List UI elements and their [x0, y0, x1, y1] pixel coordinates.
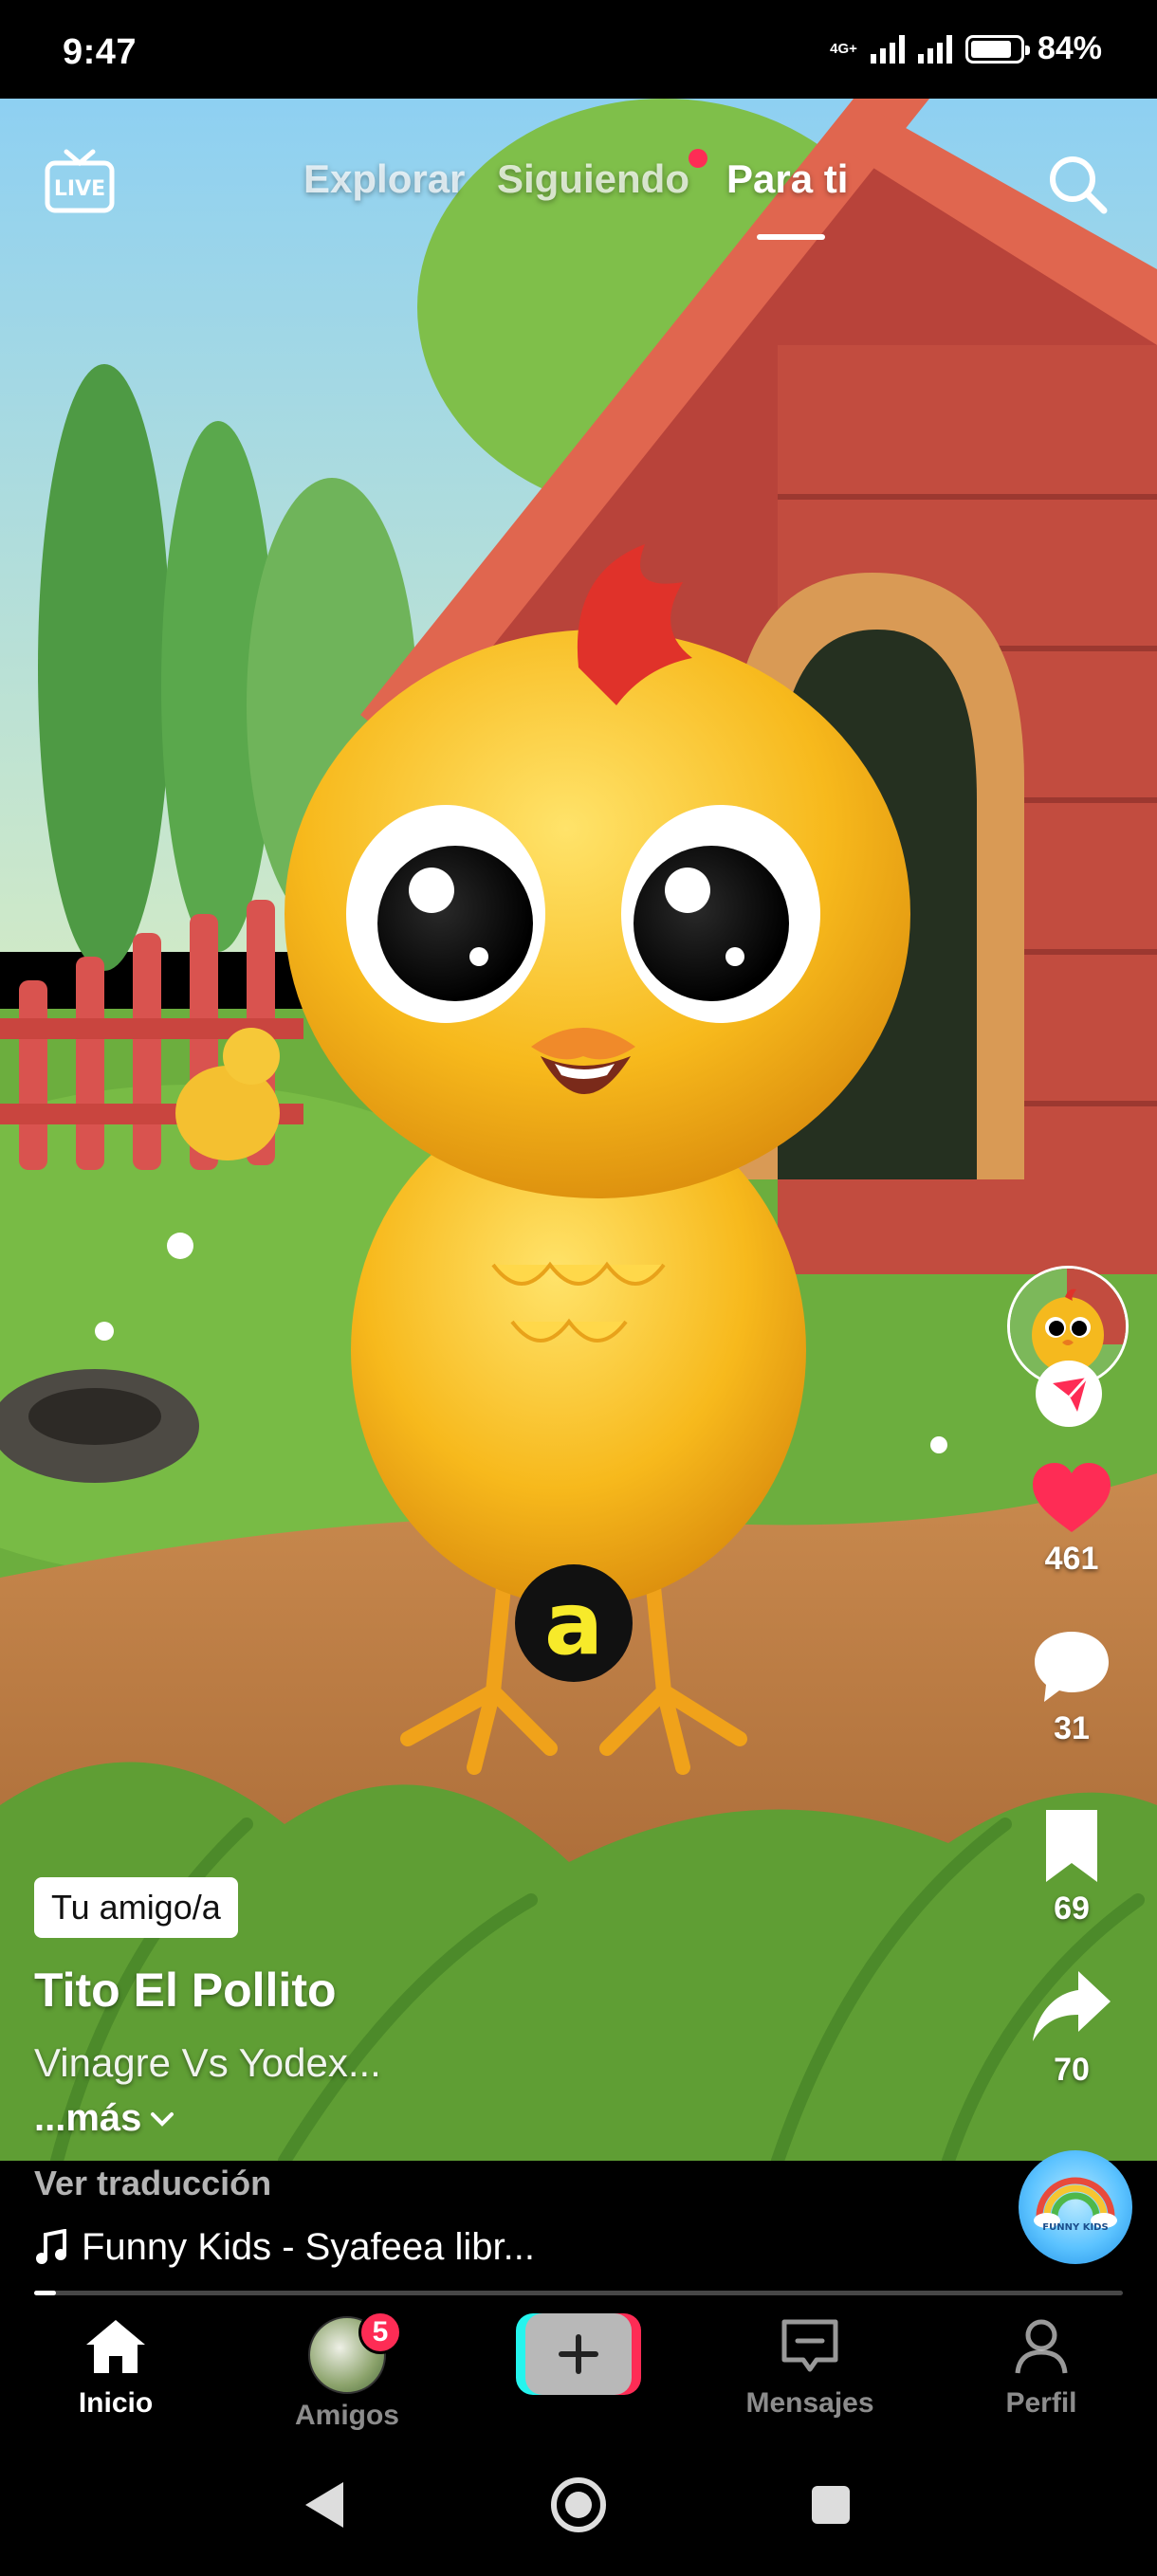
- recents-icon: [812, 2486, 850, 2524]
- follow-button[interactable]: [1036, 1361, 1102, 1427]
- music-note-icon: [36, 2228, 66, 2264]
- share-count: 70: [1054, 2052, 1090, 2088]
- home-icon: [86, 2320, 145, 2373]
- like-count: 461: [1044, 1541, 1099, 1577]
- video-player[interactable]: a: [0, 99, 1157, 2161]
- see-more-label: ...más: [34, 2097, 142, 2139]
- comment-count: 31: [1054, 1710, 1090, 1746]
- search-icon: [1050, 156, 1108, 214]
- nav-amigos[interactable]: 5 Amigos: [262, 2311, 432, 2432]
- comment-bubble-icon: [1035, 1632, 1109, 1702]
- battery-percent: 84%: [1037, 30, 1102, 66]
- cellular-signal-2-icon: [917, 34, 952, 64]
- nav-mensajes-label: Mensajes: [745, 2387, 874, 2419]
- bookmark-icon: [1046, 1810, 1097, 1882]
- rainbow-logo-icon: FUNNY KIDS: [1034, 2177, 1117, 2233]
- live-tv-icon: LIVE: [45, 149, 115, 213]
- battery-icon: [964, 34, 1030, 64]
- nav-inicio-label: Inicio: [78, 2387, 154, 2419]
- chevron-down-icon: [151, 2111, 174, 2127]
- video-frame: a: [0, 99, 1157, 2161]
- overlay-letter: a: [544, 1573, 603, 1674]
- author-name[interactable]: Tito El Pollito: [34, 1963, 337, 2018]
- music-info[interactable]: Funny Kids - Syafeea libr...: [34, 2226, 535, 2269]
- search-button[interactable]: [1043, 150, 1111, 218]
- create-plus-icon: [559, 2334, 598, 2374]
- battery-level: [970, 40, 1011, 58]
- clock: 9:47: [63, 32, 138, 72]
- active-tab-indicator: [757, 234, 825, 240]
- share-arrow-icon: [1033, 1971, 1111, 2041]
- tab-explorar[interactable]: Explorar: [303, 156, 465, 202]
- create-button-face: [525, 2313, 632, 2395]
- inbox-icon: [781, 2319, 838, 2372]
- save-count: 69: [1054, 1891, 1090, 1927]
- system-nav-icons: [305, 2477, 850, 2532]
- heart-icon: [1033, 1463, 1111, 1532]
- nav-mensajes[interactable]: Mensajes: [725, 2316, 895, 2420]
- status-icons: 4G+ 84%: [830, 30, 1102, 67]
- cellular-signal-icon: [870, 34, 905, 64]
- status-bar: 9:47 4G+ 84%: [0, 0, 1157, 99]
- nav-inicio[interactable]: Inicio: [30, 2316, 201, 2420]
- video-progress-fill: [34, 2291, 56, 2295]
- save-button[interactable]: 69: [1015, 1806, 1129, 1927]
- video-progress-bar[interactable]: [34, 2291, 1123, 2295]
- create-button[interactable]: [516, 2313, 641, 2395]
- share-button[interactable]: 70: [1015, 1967, 1129, 2089]
- like-button[interactable]: 461: [1015, 1460, 1129, 1578]
- nav-perfil-label: Perfil: [1005, 2387, 1077, 2419]
- system-navigation-bar: [0, 2439, 1157, 2571]
- comment-button[interactable]: 31: [1015, 1626, 1129, 1747]
- see-more-button[interactable]: ...más: [34, 2097, 175, 2140]
- svg-text:FUNNY KIDS: FUNNY KIDS: [1042, 2222, 1108, 2233]
- friends-notification-badge: 5: [358, 2311, 402, 2354]
- nav-perfil[interactable]: Perfil: [956, 2316, 1127, 2420]
- nav-amigos-label: Amigos: [294, 2400, 399, 2431]
- new-content-dot: [689, 149, 707, 168]
- back-icon: [305, 2482, 343, 2528]
- svg-text:LIVE: LIVE: [54, 177, 105, 201]
- creator-avatar-group: [1007, 1266, 1130, 1427]
- live-button[interactable]: LIVE: [42, 142, 118, 218]
- tab-siguiendo[interactable]: Siguiendo: [497, 156, 689, 202]
- network-type: 4G+: [830, 40, 857, 57]
- music-title: Funny Kids - Syafeea libr...: [82, 2226, 536, 2268]
- see-translation-link[interactable]: Ver traducción: [34, 2164, 271, 2203]
- tab-para-ti[interactable]: Para ti: [726, 156, 848, 202]
- music-disc[interactable]: FUNNY KIDS: [1019, 2150, 1132, 2264]
- profile-icon: [1015, 2319, 1068, 2374]
- video-description[interactable]: Vinagre Vs Yodex...: [34, 2040, 381, 2086]
- friend-tag: Tu amigo/a: [34, 1877, 238, 1938]
- send-icon: [1053, 1376, 1089, 1412]
